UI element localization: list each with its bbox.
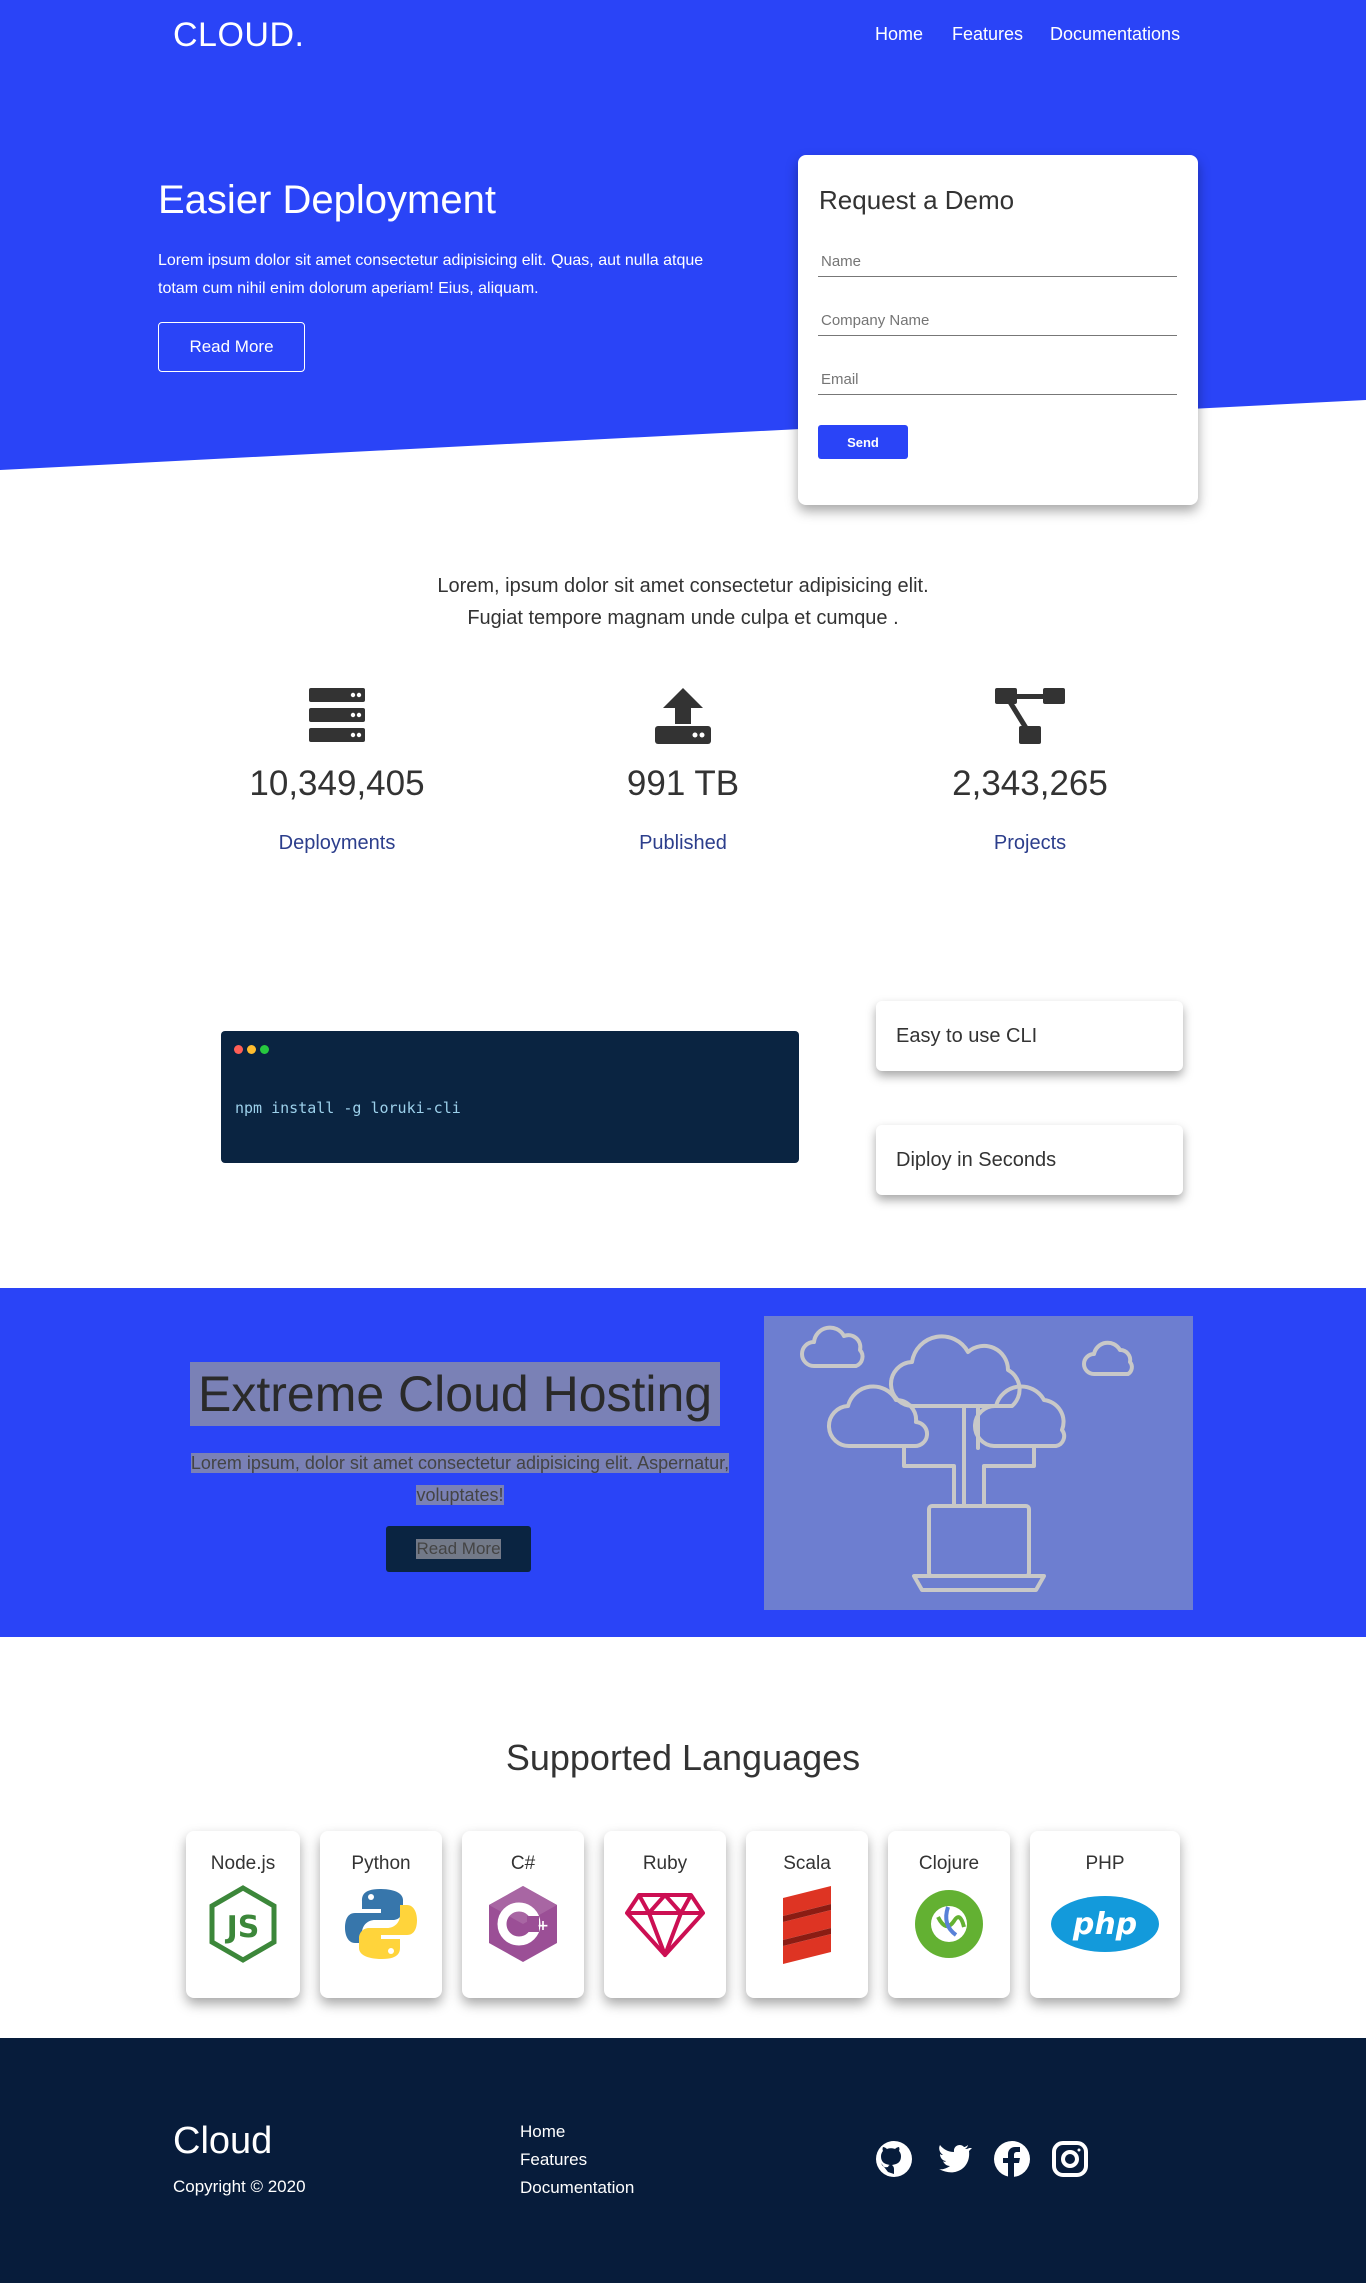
stats-intro-line-2: Fugiat tempore magnam unde culpa et cumq… [467,607,899,629]
lang-card-nodejs: Node.js JS [186,1831,300,1998]
extreme-text-line-1: Lorem ipsum, dolor sit amet consectetur … [190,1453,730,1473]
lang-name: Ruby [642,1853,688,1874]
nav-documentations[interactable]: Documentations [1050,24,1180,45]
facebook-icon[interactable] [992,2139,1032,2179]
site-logo[interactable]: CLOUD. [173,16,304,55]
stat-label: Deployments [278,832,396,854]
lang-name: Node.js [210,1853,276,1874]
hero-read-more-button[interactable]: Read More [158,322,305,372]
button-label: Read More [416,1539,501,1559]
stat-value: 991 TB [626,764,740,803]
feature-card-deploy-seconds: Diploy in Seconds [876,1125,1183,1195]
form-title: Request a Demo [819,185,1015,215]
lang-card-ruby: Ruby [604,1831,726,1998]
lang-name: Scala [783,1853,831,1874]
footer-link-home[interactable]: Home [520,2122,565,2142]
lang-name: PHP [1085,1853,1125,1874]
extreme-text-line-2: voluptates! [416,1485,504,1505]
stat-published: 991 TB Published [508,688,858,855]
stats-intro-line-1: Lorem, ipsum dolor sit amet consectetur … [437,575,929,597]
minimize-dot-icon [247,1045,256,1054]
python-icon [320,1879,442,1969]
stat-deployments: 10,349,405 Deployments [162,688,512,855]
cloud-icon [1082,1340,1134,1376]
lang-card-scala: Scala [746,1831,868,1998]
upload-icon [508,688,858,746]
project-diagram-icon [855,688,1205,746]
feature-card-easy-cli: Easy to use CLI [876,1001,1183,1071]
name-field[interactable] [818,251,1177,277]
stat-value: 2,343,265 [952,764,1108,803]
csharp-icon: + [462,1879,584,1969]
cloud-icon [826,1384,929,1449]
ruby-icon [604,1879,726,1969]
extreme-text: Lorem ipsum, dolor sit amet consectetur … [172,1447,748,1511]
close-dot-icon [234,1045,243,1054]
footer-brand: Cloud [173,2120,273,2162]
lang-card-clojure: Clojure [888,1831,1010,1998]
company-name-field[interactable] [818,310,1177,336]
lang-card-csharp: C# + [462,1831,584,1998]
scala-icon [746,1879,868,1969]
footer-link-features[interactable]: Features [520,2150,587,2170]
stat-projects: 2,343,265 Projects [855,688,1205,855]
php-icon: php [1030,1879,1180,1969]
extreme-title: Extreme Cloud Hosting [190,1362,721,1426]
footer-copyright: Copyright © 2020 [173,2177,306,2196]
cloud-icon [800,1325,865,1368]
lang-card-php: PHP php [1030,1831,1180,1998]
svg-text:php: php [1072,1907,1137,1942]
extreme-read-more-button[interactable]: Read More [386,1526,531,1572]
request-demo-form: Request a Demo Send [798,155,1198,505]
lang-card-python: Python [320,1831,442,1998]
server-icon [162,688,512,746]
cli-command: npm install -g loruki-cli [235,1099,461,1117]
stat-label: Published [639,832,727,854]
svg-text:+: + [537,1918,549,1934]
maximize-dot-icon [260,1045,269,1054]
stat-label: Projects [993,832,1067,854]
lang-name: Clojure [918,1853,980,1874]
twitter-icon[interactable] [932,2139,972,2179]
stat-value: 10,349,405 [249,764,425,803]
clojure-icon [888,1879,1010,1969]
footer-link-documentation[interactable]: Documentation [520,2178,634,2198]
nodejs-icon: JS [186,1879,300,1969]
email-field[interactable] [818,369,1177,395]
hero-text: Lorem ipsum dolor sit amet consectetur a… [158,252,704,297]
hero-title: Easier Deployment [158,178,496,222]
lang-name: Python [351,1853,411,1874]
nav-home[interactable]: Home [875,24,923,45]
send-button[interactable]: Send [818,425,908,459]
github-icon[interactable] [874,2139,914,2179]
lang-name: C# [510,1853,536,1874]
terminal-window: npm install -g loruki-cli [221,1031,799,1163]
svg-text:JS: JS [225,1910,260,1945]
cloud-network-illustration [764,1316,1193,1610]
instagram-icon[interactable] [1050,2139,1090,2179]
languages-title: Supported Languages [505,1737,861,1778]
nav-features[interactable]: Features [952,24,1023,45]
